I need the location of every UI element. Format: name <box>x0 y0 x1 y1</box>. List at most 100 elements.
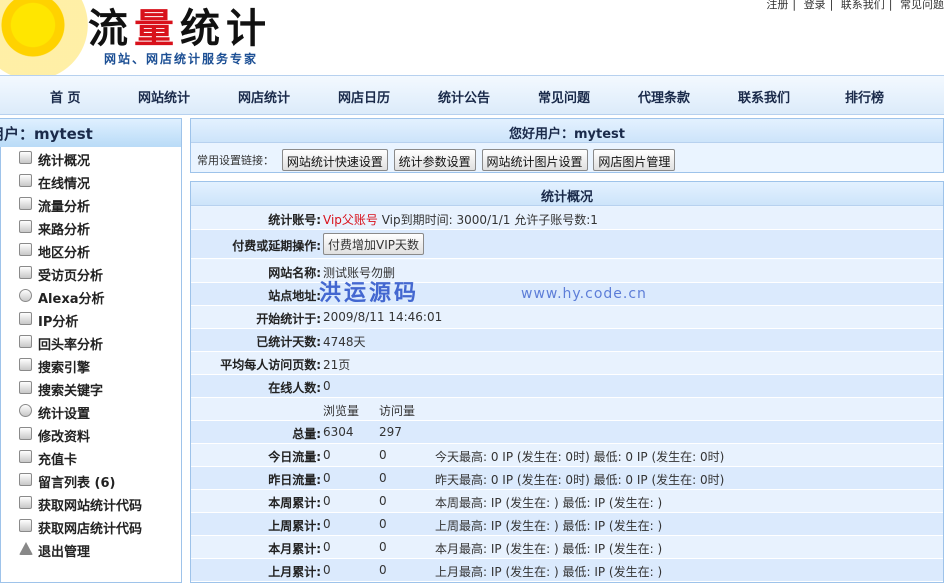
row-uv: 0 <box>379 494 387 508</box>
greeting-title: 您好用户：mytest <box>191 119 943 143</box>
sidebar-item-traffic[interactable]: 流量分析 <box>1 193 181 216</box>
nav-shop-stats[interactable]: 网店统计 <box>238 87 290 106</box>
sidebar-item-messages[interactable]: 留言列表 (6) <box>1 469 181 492</box>
sidebar-item-label: 搜索关键字 <box>38 384 104 399</box>
site-slogan: 网站、网店统计服务专家 <box>104 52 259 66</box>
days-value: 4748天 <box>323 335 366 349</box>
register-link[interactable]: 注册 <box>766 0 788 11</box>
card-icon <box>19 450 32 463</box>
sidebar-item-return[interactable]: 回头率分析 <box>1 331 181 354</box>
sidebar-item-label: 受访页分析 <box>38 269 104 284</box>
row-pv: 0 <box>323 517 331 531</box>
table-row: 本周累计: 0 0 本周最高: IP (发生在: ) 最低: IP (发生在: … <box>191 490 943 513</box>
avg-label: 平均每人访问页数: <box>220 358 321 372</box>
row-extra: 上月最高: IP (发生在: ) 最低: IP (发生在: ) <box>435 565 663 579</box>
sidebar-item-label: 获取网店统计代码 <box>38 522 143 537</box>
site-url-label: 站点地址: <box>268 289 321 303</box>
site-name-row: 网站名称: 测试账号勿删 <box>191 260 943 283</box>
row-extra: 昨天最高: 0 IP (发生在: 0时) 最低: 0 IP (发生在: 0时) <box>435 473 725 487</box>
sidebar-item-recharge[interactable]: 充值卡 <box>1 446 181 469</box>
quick-setup-button[interactable]: 网站统计快速设置 <box>281 149 388 171</box>
sidebar-item-region[interactable]: 地区分析 <box>1 239 181 262</box>
sidebar-item-logout[interactable]: 退出管理 <box>1 538 181 561</box>
nav-shop-calendar[interactable]: 网店日历 <box>338 87 390 106</box>
sidebar-item-profile[interactable]: 修改资料 <box>1 423 181 446</box>
row-uv: 0 <box>379 471 387 485</box>
overview-title: 统计概况 <box>191 182 943 206</box>
sidebar-item-overview[interactable]: 统计概况 <box>1 147 181 170</box>
row-extra: 本月最高: IP (发生在: ) 最低: IP (发生在: ) <box>435 542 663 556</box>
sidebar-item-site-code[interactable]: 获取网站统计代码 <box>1 492 181 515</box>
quick-links: 常用设置链接： 网站统计快速设置 统计参数设置 网站统计图片设置 网店图片管理 <box>197 149 677 171</box>
row-uv: 297 <box>379 425 402 439</box>
edit-icon <box>19 427 32 440</box>
row-label: 上周累计: <box>268 519 321 533</box>
pay-row: 付费或延期操作: 付费增加VIP天数 <box>191 230 943 259</box>
login-link[interactable]: 登录 <box>804 0 826 11</box>
row-label: 本周累计: <box>268 496 321 510</box>
nav-site-stats[interactable]: 网站统计 <box>138 87 190 106</box>
quick-links-label: 常用设置链接： <box>197 153 274 167</box>
start-row: 开始统计于: 2009/8/11 14:46:01 <box>191 306 943 329</box>
sidebar-item-settings[interactable]: 统计设置 <box>1 400 181 423</box>
avg-row: 平均每人访问页数: 21页 <box>191 352 943 375</box>
return-icon <box>19 335 32 348</box>
page-icon <box>19 266 32 279</box>
sidebar-item-pages[interactable]: 受访页分析 <box>1 262 181 285</box>
pay-vip-button[interactable]: 付费增加VIP天数 <box>323 233 424 255</box>
image-settings-button[interactable]: 网站统计图片设置 <box>481 149 588 171</box>
sidebar-item-ip[interactable]: IP分析 <box>1 308 181 331</box>
code-icon <box>19 496 32 509</box>
row-uv: 0 <box>379 517 387 531</box>
sidebar-item-alexa[interactable]: Alexa分析 <box>1 285 181 308</box>
days-row: 已统计天数: 4748天 <box>191 329 943 352</box>
sidebar-item-shop-code[interactable]: 获取网店统计代码 <box>1 515 181 538</box>
sidebar: 用户：mytest 统计概况 在线情况 流量分析 来路分析 地区分析 受访页分析… <box>0 118 182 583</box>
message-icon <box>19 473 32 486</box>
sidebar-item-keywords[interactable]: 搜索关键字 <box>1 377 181 400</box>
row-label: 总量: <box>292 427 321 441</box>
nav-agent-terms[interactable]: 代理条款 <box>638 87 690 106</box>
sidebar-item-label: 留言列表 (6) <box>38 476 116 491</box>
logo-char-2: 量 <box>134 5 180 52</box>
sidebar-item-online[interactable]: 在线情况 <box>1 170 181 193</box>
top-links: 注册 | 登录 | 联系我们 | 常见问题 <box>766 0 944 11</box>
param-settings-button[interactable]: 统计参数设置 <box>393 149 476 171</box>
search-engine-icon <box>19 358 32 371</box>
logo-char-3: 统计 <box>180 5 272 52</box>
site-header: 流量统计 网站、网店统计服务专家 注册 | 登录 | 联系我们 | 常见问题 <box>0 0 944 80</box>
row-extra: 上周最高: IP (发生在: ) 最低: IP (发生在: ) <box>435 519 663 533</box>
sidebar-item-search-engine[interactable]: 搜索引擎 <box>1 354 181 377</box>
faq-link[interactable]: 常见问题 <box>900 0 944 11</box>
site-logo[interactable]: 流量统计 <box>88 0 272 54</box>
sidebar-item-label: 修改资料 <box>38 430 91 445</box>
table-row: 上月累计: 0 0 上月最高: IP (发生在: ) 最低: IP (发生在: … <box>191 559 943 582</box>
sidebar-item-label: 充值卡 <box>38 453 78 468</box>
sidebar-item-label: 退出管理 <box>38 545 91 560</box>
sidebar-menu: 统计概况 在线情况 流量分析 来路分析 地区分析 受访页分析 Alexa分析 I… <box>1 147 181 561</box>
contact-link[interactable]: 联系我们 <box>841 0 885 11</box>
row-extra: 今天最高: 0 IP (发生在: 0时) 最低: 0 IP (发生在: 0时) <box>435 450 725 464</box>
table-row: 今日流量: 0 0 今天最高: 0 IP (发生在: 0时) 最低: 0 IP … <box>191 444 943 467</box>
sidebar-item-referrer[interactable]: 来路分析 <box>1 216 181 239</box>
nav-announcements[interactable]: 统计公告 <box>438 87 490 106</box>
main-nav: 首 页 网站统计 网店统计 网店日历 统计公告 常见问题 代理条款 联系我们 排… <box>0 75 944 115</box>
online-label: 在线人数: <box>268 381 321 395</box>
shop-image-button[interactable]: 网店图片管理 <box>593 149 676 171</box>
greeting-panel: 您好用户：mytest 常用设置链接： 网站统计快速设置 统计参数设置 网站统计… <box>190 118 944 173</box>
sidebar-item-label: 在线情况 <box>38 177 91 192</box>
online-value: 0 <box>323 379 331 393</box>
sidebar-item-label: IP分析 <box>38 315 79 330</box>
account-label: 统计账号: <box>268 213 321 227</box>
sidebar-item-label: 统计设置 <box>38 407 91 422</box>
site-name-label: 网站名称: <box>268 266 321 280</box>
region-icon <box>19 243 32 256</box>
nav-ranking[interactable]: 排行榜 <box>845 87 884 106</box>
nav-home[interactable]: 首 页 <box>50 87 81 106</box>
pay-label: 付费或延期操作: <box>232 239 321 253</box>
settings-icon <box>19 404 32 417</box>
col-uv-header: 访问量 <box>379 404 416 418</box>
nav-faq[interactable]: 常见问题 <box>538 87 590 106</box>
sidebar-item-label: 流量分析 <box>38 200 91 215</box>
nav-contact[interactable]: 联系我们 <box>738 87 790 106</box>
